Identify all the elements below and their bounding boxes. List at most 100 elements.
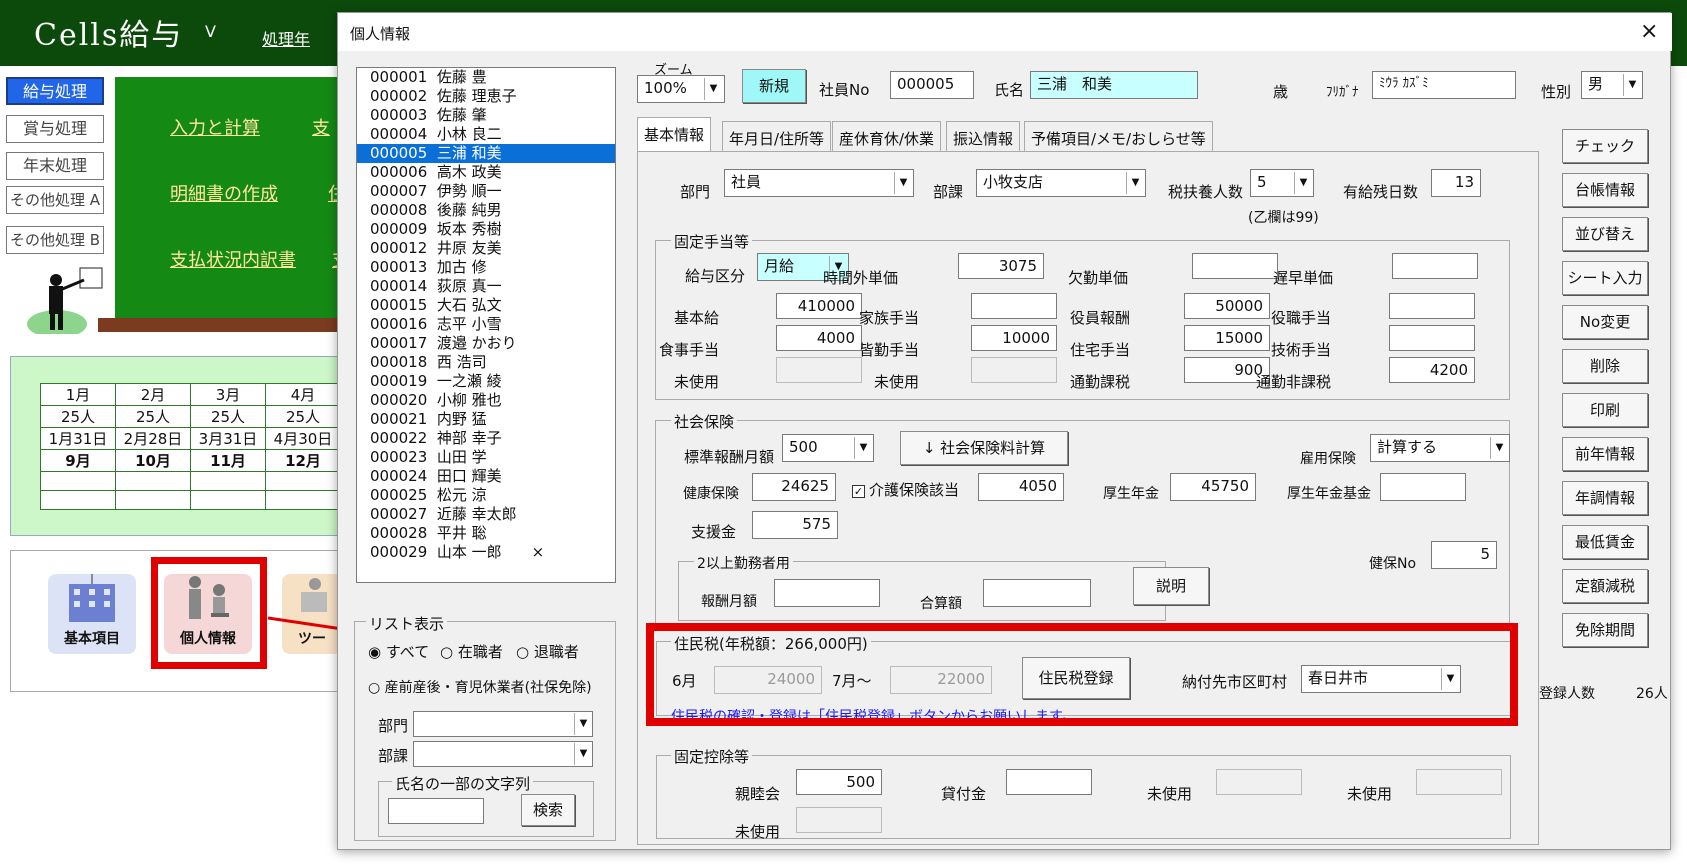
filter-dept-select[interactable] — [413, 711, 593, 737]
tab-transfer[interactable]: 振込情報 — [946, 121, 1021, 151]
list-item[interactable]: 000027 近藤 幸太郎 — [357, 505, 615, 524]
side-button[interactable]: 削除 — [1562, 349, 1648, 383]
side-button[interactable]: No変更 — [1562, 305, 1648, 339]
radio-active[interactable]: ○ 在職者 — [440, 641, 503, 662]
list-item[interactable]: 000012 井原 友美 — [357, 239, 615, 258]
list-item[interactable]: 000029 山本 一郎 × — [357, 543, 615, 562]
nav-bonus[interactable]: 賞与処理 — [6, 115, 104, 143]
nav-other-a[interactable]: その他処理 A — [6, 186, 104, 214]
section-select[interactable]: 小牧支店 — [976, 169, 1146, 197]
allowance-field[interactable]: 15000 — [1184, 325, 1270, 351]
list-item[interactable]: 000008 後藤 純男 — [357, 201, 615, 220]
list-item[interactable]: 000023 山田 学 — [357, 448, 615, 467]
chevron-down-icon[interactable]: ▼ — [854, 437, 872, 459]
allowance-field[interactable]: 50000 — [1184, 293, 1270, 319]
list-item[interactable]: 000001 佐藤 豊 — [357, 68, 615, 87]
kenpo-field[interactable]: 5 — [1431, 541, 1497, 569]
list-item[interactable]: 000004 小林 良二 — [357, 125, 615, 144]
explain-button[interactable]: 説明 — [1133, 567, 1209, 605]
list-item[interactable]: 000002 佐藤 理恵子 — [357, 87, 615, 106]
name-field[interactable]: 三浦 和美 — [1030, 71, 1198, 99]
radio-retired[interactable]: ○ 退職者 — [516, 641, 579, 662]
allowance-field[interactable] — [1392, 253, 1478, 279]
allowance-field[interactable] — [971, 293, 1057, 319]
chevron-down-icon[interactable]: ▼ — [1490, 437, 1508, 459]
side-button[interactable]: 最低賃金 — [1562, 525, 1648, 559]
chevron-down-icon[interactable]: ▼ — [574, 713, 592, 735]
side-button[interactable]: 印刷 — [1562, 393, 1648, 427]
list-item[interactable]: 000022 神部 幸子 — [357, 429, 615, 448]
care-checkbox[interactable]: ✓ 介護保険該当 — [852, 479, 959, 500]
list-item[interactable]: 000024 田口 輝美 — [357, 467, 615, 486]
list-item[interactable]: 000020 小柳 雅也 — [357, 391, 615, 410]
chevron-down-icon[interactable]: ▼ — [1623, 74, 1641, 96]
multi-total-field[interactable] — [983, 579, 1091, 607]
list-item[interactable]: 000025 松元 涼 — [357, 486, 615, 505]
chevron-down-icon[interactable]: ▼ — [1294, 172, 1312, 194]
list-item[interactable]: 000021 内野 猛 — [357, 410, 615, 429]
allowance-field[interactable]: 10000 — [971, 325, 1057, 351]
list-item[interactable]: 000014 荻原 真一 — [357, 277, 615, 296]
dept-select[interactable]: 社員 — [724, 169, 914, 197]
side-button[interactable]: シート入力 — [1562, 261, 1648, 295]
radio-all[interactable]: ◉ すべて — [368, 641, 429, 662]
list-item[interactable]: 000003 佐藤 肇 — [357, 106, 615, 125]
new-button[interactable]: 新規 — [742, 69, 806, 103]
radio-leave[interactable]: ○ 産前産後・育児休業者(社保免除) — [368, 677, 592, 697]
nav-payroll[interactable]: 給与処理 — [6, 77, 104, 105]
list-item[interactable]: 000015 大石 弘文 — [357, 296, 615, 315]
allowance-field[interactable]: 4000 — [776, 325, 862, 351]
nav-yearend[interactable]: 年末処理 — [6, 152, 104, 180]
link-other-1[interactable]: 支 — [312, 114, 330, 140]
employee-list[interactable]: 000001 佐藤 豊 000002 佐藤 理恵子 000003 佐藤 肇 00000… — [356, 67, 616, 583]
chevron-down-icon[interactable]: ▼ — [894, 172, 912, 194]
allowance-field[interactable]: 410000 — [776, 293, 862, 319]
list-item[interactable]: 000013 加古 修 — [357, 258, 615, 277]
close-icon[interactable]: × — [1640, 19, 1658, 44]
allowance-field[interactable]: 3075 — [958, 253, 1044, 279]
link-payment-detail[interactable]: 支払状況内訳書 — [170, 246, 296, 272]
tab-dates-address[interactable]: 年月日/住所等 — [722, 121, 832, 151]
list-item[interactable]: 000019 一之瀬 綾 — [357, 372, 615, 391]
allowance-field[interactable] — [1389, 293, 1475, 319]
multi-month-field[interactable] — [774, 579, 880, 607]
allowance-field[interactable]: 4200 — [1389, 357, 1475, 383]
pension-field[interactable]: 45750 — [1170, 473, 1256, 501]
processing-year-tab[interactable]: 処理年 — [262, 26, 310, 50]
leave-field[interactable]: 13 — [1431, 169, 1481, 197]
fund-field[interactable] — [1380, 473, 1466, 501]
side-button[interactable]: 台帳情報 — [1562, 173, 1648, 207]
list-item[interactable]: 000009 坂本 秀樹 — [357, 220, 615, 239]
side-button[interactable]: チェック — [1562, 129, 1648, 163]
list-item[interactable]: 000016 志平 小雪 — [357, 315, 615, 334]
deduction-field[interactable] — [1006, 769, 1092, 795]
chevron-down-icon[interactable]: ▼ — [574, 743, 592, 765]
link-input-calc[interactable]: 入力と計算 — [170, 114, 260, 140]
deduction-field[interactable]: 500 — [796, 769, 882, 795]
health-field[interactable]: 24625 — [752, 473, 836, 501]
tab-basic[interactable]: 基本情報 — [637, 117, 712, 153]
list-item[interactable]: 000005 三浦 和美 — [357, 144, 615, 163]
kana-field[interactable]: ﾐｳﾗ ｶｽﾞﾐ — [1372, 71, 1516, 99]
tab-reserve[interactable]: 予備項目/メモ/おしらせ等 — [1024, 121, 1213, 151]
search-button[interactable]: 検索 — [521, 794, 575, 826]
side-button[interactable]: 定額減税 — [1562, 569, 1648, 603]
side-button[interactable]: 年調情報 — [1562, 481, 1648, 515]
side-button[interactable]: 免除期間 — [1562, 613, 1648, 647]
empno-field[interactable]: 000005 — [890, 71, 974, 99]
chevron-down-icon[interactable]: ▼ — [704, 78, 722, 100]
side-button[interactable]: 並び替え — [1562, 217, 1648, 251]
basic-items-button[interactable]: 基本項目 — [48, 574, 136, 654]
list-item[interactable]: 000007 伊勢 順一 — [357, 182, 615, 201]
close-icon[interactable]: × — [532, 543, 545, 561]
allowance-field[interactable] — [1389, 325, 1475, 351]
nav-other-b[interactable]: その他処理 B — [6, 226, 104, 254]
list-item[interactable]: 000017 渡邉 かおり — [357, 334, 615, 353]
chevron-down-icon[interactable]: ▼ — [1126, 172, 1144, 194]
name-search-input[interactable] — [388, 798, 484, 824]
filter-section-select[interactable] — [413, 741, 593, 767]
support-field[interactable]: 575 — [752, 511, 838, 539]
calc-social-button[interactable]: ↓ 社会保険料計算 — [900, 431, 1068, 465]
list-item[interactable]: 000018 西 浩司 — [357, 353, 615, 372]
side-button[interactable]: 前年情報 — [1562, 437, 1648, 471]
